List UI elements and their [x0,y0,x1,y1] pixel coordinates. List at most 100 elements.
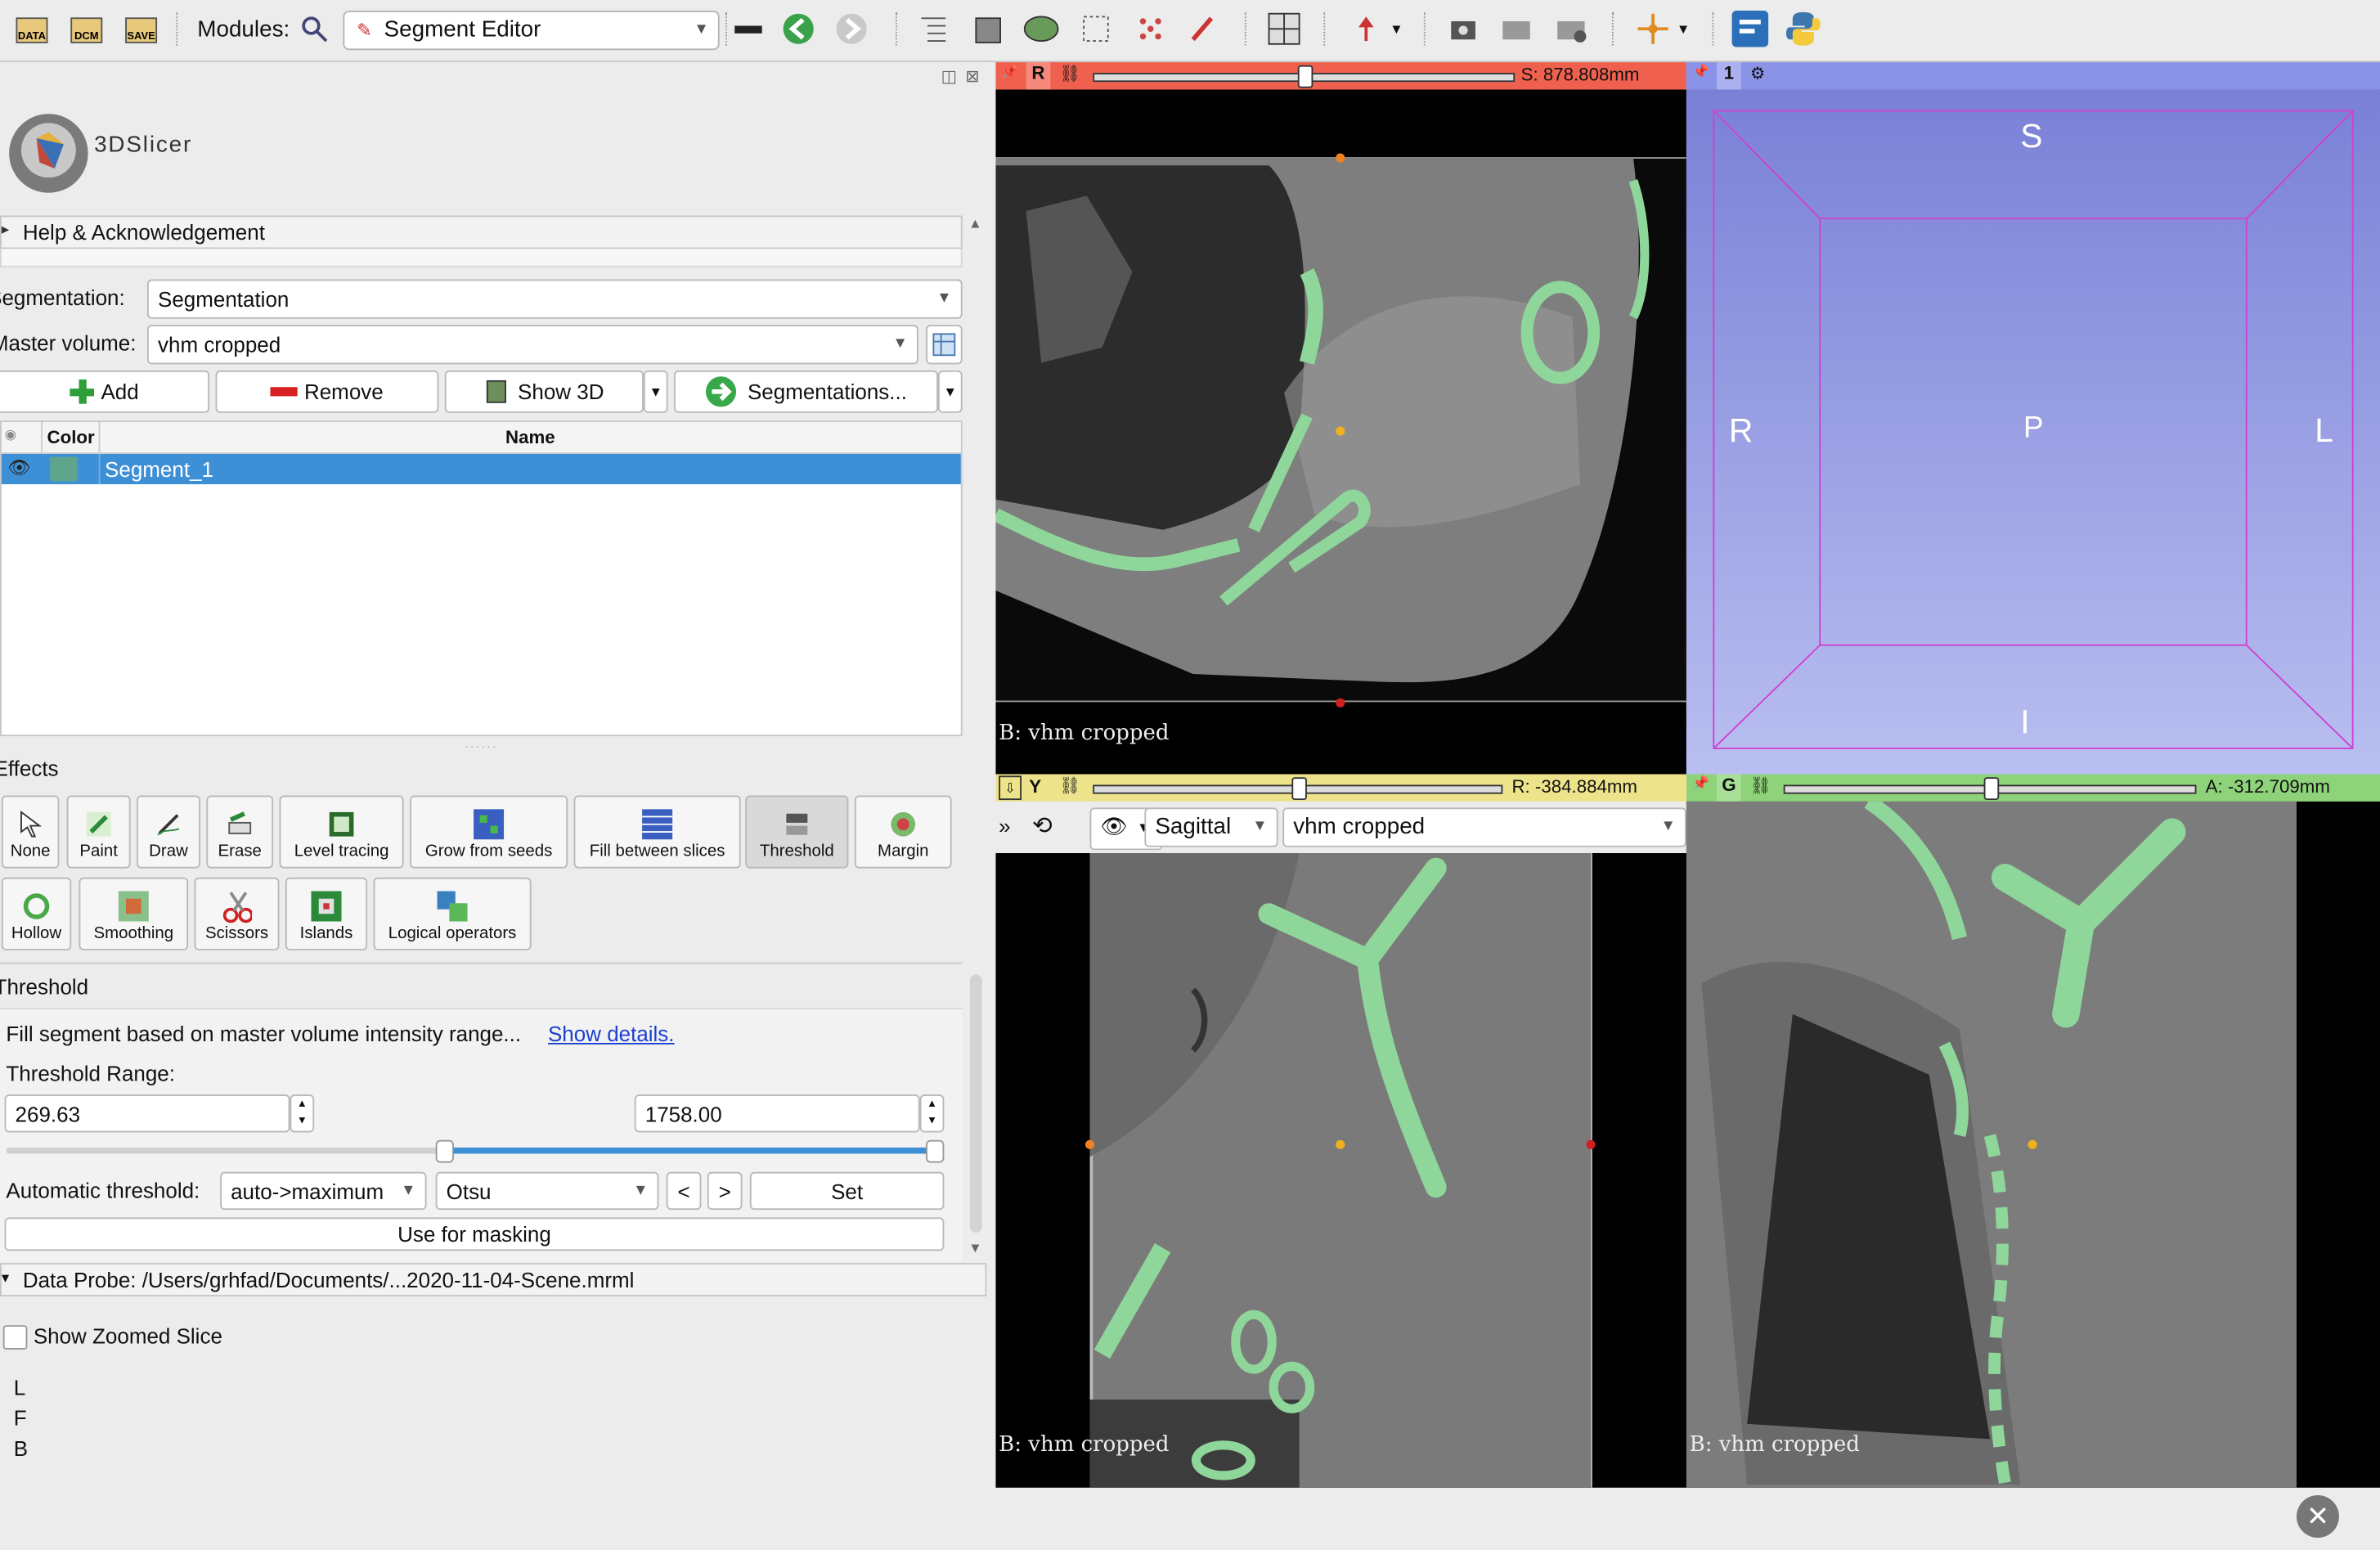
segment-color-swatch[interactable] [50,456,78,482]
threshold-min-spinner[interactable]: ▲ ▼ [290,1094,315,1133]
pin-icon[interactable]: 📌 [1692,64,1709,80]
models-module-icon[interactable] [1022,9,1061,48]
orientation-select[interactable]: Sagittal ▼ [1144,807,1278,847]
module-history-icon[interactable] [729,9,768,48]
scrollbar-thumb[interactable] [969,974,982,1233]
load-data-icon[interactable]: DATA [12,9,52,48]
spin-up-icon[interactable]: ▲ [927,1099,937,1110]
spin-down-icon[interactable]: ▼ [927,1116,937,1126]
add-segment-button[interactable]: Add [0,370,210,413]
threshold-max-input[interactable]: 1758.00 [634,1094,920,1133]
load-dicom-icon[interactable]: DCM [67,9,106,48]
green-slice-slider[interactable] [1783,777,2197,801]
threshold-min-handle[interactable] [435,1139,454,1163]
module-search-icon[interactable] [294,9,334,48]
save-icon[interactable]: SAVE [121,9,160,48]
show-3d-button[interactable]: Show 3D [444,370,644,413]
effect-grow-from-seeds-button[interactable]: Grow from seeds [410,795,568,869]
effect-draw-button[interactable]: Draw [137,795,200,869]
green-slice-handle[interactable] [1983,777,2000,801]
effect-none-button[interactable]: None [1,795,60,869]
data-probe-header[interactable]: ▾ Data Probe: /Users/grhfad/Documents/..… [0,1263,987,1296]
effect-erase-button[interactable]: Erase [206,795,274,869]
forward-arrow-icon[interactable] [832,9,871,48]
crosshair-dropdown-icon[interactable]: ▼ [1671,9,1695,48]
extension-manager-icon[interactable] [1731,9,1770,48]
table-row[interactable]: 👁 Segment_1 [1,453,961,485]
red-slice-view[interactable]: B: vhm cropped [995,89,1686,775]
auto-threshold-mode-select[interactable]: auto->maximum ▼ [220,1171,427,1211]
mouse-mode-icon[interactable] [1346,9,1385,48]
effect-threshold-button[interactable]: Threshold [745,795,849,869]
show-3d-dropdown[interactable]: ▼ [643,370,668,413]
green-slice-view[interactable]: B: vhm cropped [1686,801,2380,1488]
yellow-volume-select[interactable]: vhm cropped ▼ [1282,807,1686,847]
red-slice-slider[interactable] [1093,65,1516,88]
link-icon[interactable]: ⛓ [1750,775,1772,795]
scene-view-icon[interactable] [1497,9,1536,48]
layout-icon[interactable] [1264,9,1304,48]
effect-paint-button[interactable]: Paint [66,795,131,869]
spin-down-icon[interactable]: ▼ [297,1116,308,1126]
eye-visibility-icon[interactable]: 👁 [7,457,30,478]
threshold-max-spinner[interactable]: ▲ ▼ [919,1094,945,1133]
threshold-max-handle[interactable] [926,1139,945,1163]
set-threshold-button[interactable]: Set [749,1171,945,1211]
collapse-settings-icon[interactable]: » [999,814,1010,838]
module-select[interactable]: ✎ Segment Editor ▼ [343,10,720,51]
previous-threshold-button[interactable]: < [666,1171,702,1211]
data-module-icon[interactable] [914,9,953,48]
effect-fill-between-slices-button[interactable]: Fill between slices [573,795,741,869]
back-arrow-icon[interactable] [779,9,818,48]
auto-threshold-method-select[interactable]: Otsu ▼ [435,1171,659,1211]
threshold-min-input[interactable]: 269.63 [4,1094,290,1133]
red-slice-handle[interactable] [1297,65,1313,88]
show-zoomed-slice-checkbox[interactable] [2,1325,28,1350]
volumes-module-icon[interactable] [968,9,1008,48]
segmentations-button[interactable]: Segmentations... [674,370,938,413]
transforms-module-icon[interactable] [1076,9,1116,48]
link-icon[interactable]: ⛓ [1059,64,1080,83]
help-section-header[interactable]: ▸ Help & Acknowledgement [0,215,963,249]
mouse-mode-dropdown-icon[interactable]: ▼ [1385,9,1409,48]
close-panel-icon[interactable]: ⊠ [965,67,979,87]
threed-view[interactable]: S I R L P [1686,89,2380,775]
pin-down-icon[interactable]: ⇩ [999,775,1022,801]
segmentation-select[interactable]: Segmentation ▼ [147,279,963,319]
name-column-header[interactable]: Name [505,427,555,448]
effect-margin-button[interactable]: Margin [854,795,952,869]
effect-hollow-button[interactable]: Hollow [1,877,72,950]
next-threshold-button[interactable]: > [707,1171,743,1211]
segmentations-dropdown[interactable]: ▼ [937,370,963,413]
color-column-header[interactable]: Color [47,427,95,448]
remove-segment-button[interactable]: Remove [215,370,439,413]
threed-settings-icon[interactable]: ⚙ [1750,64,1765,83]
yellow-slice-handle[interactable] [1291,777,1307,801]
close-icon[interactable]: ✕ [2296,1495,2339,1539]
pin-icon[interactable]: 📌 [1002,64,1019,80]
effect-level-tracing-button[interactable]: Level tracing [279,795,404,869]
undock-icon[interactable]: ◫ [941,67,957,87]
effect-scissors-button[interactable]: Scissors [194,877,280,950]
geometry-button[interactable] [926,325,963,365]
pin-icon[interactable]: 📌 [1692,775,1709,792]
markups-module-icon[interactable] [1131,9,1170,48]
python-console-icon[interactable] [1784,9,1823,48]
yellow-slice-view[interactable]: B: vhm cropped [995,853,1686,1488]
scroll-up-icon[interactable]: ▲ [968,216,982,231]
capture-icon[interactable] [1551,9,1591,48]
segment-name[interactable]: Segment_1 [105,457,213,482]
segment-editor-module-icon[interactable] [1184,9,1224,48]
threshold-range-slider[interactable] [6,1139,945,1163]
use-for-masking-button[interactable]: Use for masking [4,1217,945,1251]
segments-table[interactable]: ◉ Color Name 👁 Segment_1 [0,420,963,737]
yellow-slice-slider[interactable] [1093,777,1503,801]
effect-logical-operators-button[interactable]: Logical operators [373,877,532,950]
scroll-down-icon[interactable]: ▼ [968,1240,982,1256]
crosshair-icon[interactable] [1633,9,1673,48]
spin-up-icon[interactable]: ▲ [297,1099,308,1110]
effect-islands-button[interactable]: Islands [285,877,368,950]
link-icon[interactable]: ⛓ [1059,775,1080,795]
master-volume-select[interactable]: vhm cropped ▼ [147,325,918,365]
rotate-to-volume-icon[interactable]: ⟲ [1032,811,1053,841]
